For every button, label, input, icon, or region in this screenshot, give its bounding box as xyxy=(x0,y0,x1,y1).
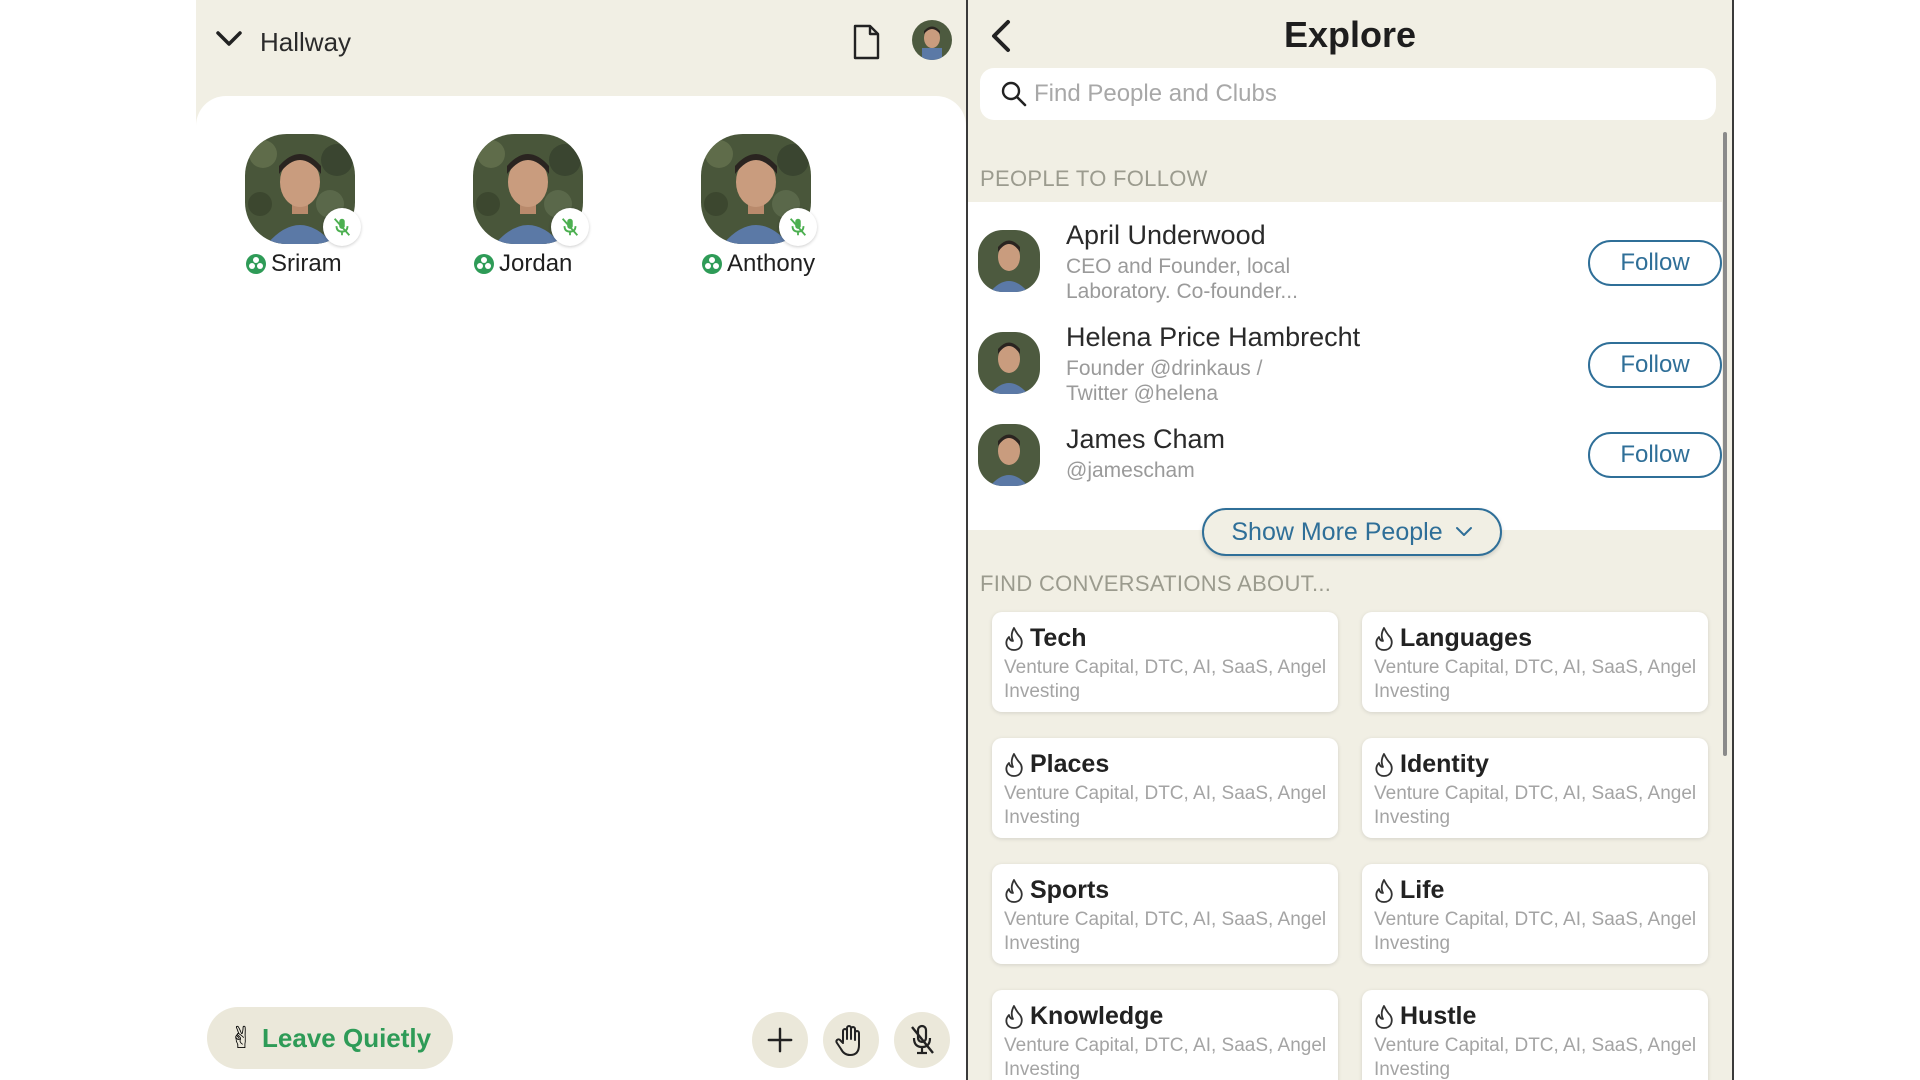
person-bio: @jamescham xyxy=(1066,459,1195,482)
person-name: James Cham xyxy=(1066,424,1226,454)
moderator-badge-icon xyxy=(702,254,722,274)
topic-card-sports[interactable]: Sports Venture Capital, DTC, AI, SaaS, A… xyxy=(992,864,1338,964)
flame-icon xyxy=(1375,1004,1393,1029)
leave-quietly-button[interactable]: ✌ Leave Quietly xyxy=(207,1007,453,1069)
leave-quietly-label: Leave Quietly xyxy=(262,1022,432,1053)
speaker-name-row: Anthony xyxy=(701,250,815,278)
plus-icon xyxy=(767,1027,793,1053)
topic-description: Venture Capital, DTC, AI, SaaS, Angel In… xyxy=(1374,909,1697,954)
show-more-label: Show More People xyxy=(1231,517,1443,546)
search-placeholder: Find People and Clubs xyxy=(1034,80,1277,107)
flame-icon xyxy=(1005,626,1023,651)
raise-hand-button[interactable] xyxy=(823,1012,879,1068)
moderator-badge-icon xyxy=(246,254,266,274)
list-item[interactable]: Helena Price Hambrecht Founder @drinkaus… xyxy=(968,322,1722,418)
follow-button[interactable]: Follow xyxy=(1588,240,1722,286)
speaker-tile[interactable]: Sriram xyxy=(245,134,395,284)
chevron-down-icon xyxy=(1455,527,1472,536)
avatar xyxy=(978,424,1040,486)
follow-button[interactable]: Follow xyxy=(1588,432,1722,478)
person-name: April Underwood xyxy=(1066,220,1266,250)
search-icon xyxy=(1001,81,1027,107)
flame-icon xyxy=(1375,626,1393,651)
speaker-name-row: Jordan xyxy=(473,250,572,278)
conversations-section-heading: FIND CONVERSATIONS ABOUT... xyxy=(980,571,1332,596)
flame-icon xyxy=(1375,878,1393,903)
speaker-name: Anthony xyxy=(727,250,816,277)
scrollbar[interactable] xyxy=(1723,132,1727,756)
topic-description: Venture Capital, DTC, AI, SaaS, Angel In… xyxy=(1374,783,1697,828)
flame-icon xyxy=(1005,752,1023,777)
mic-off-icon xyxy=(779,208,817,246)
speaker-name: Sriram xyxy=(271,250,342,277)
people-list: April Underwood CEO and Founder, local L… xyxy=(968,202,1722,530)
flame-icon xyxy=(1005,878,1023,903)
room-panel: Hallway Sriram Jordan Anthony ✌ Leave Qu… xyxy=(196,0,966,1080)
topic-name: Tech xyxy=(1030,624,1087,652)
flame-icon xyxy=(1005,1004,1023,1029)
mic-off-icon xyxy=(323,208,361,246)
list-item[interactable]: James Cham @jamescham Follow xyxy=(968,424,1722,520)
topic-card-languages[interactable]: Languages Venture Capital, DTC, AI, SaaS… xyxy=(1362,612,1708,712)
topic-description: Venture Capital, DTC, AI, SaaS, Angel In… xyxy=(1374,1035,1697,1080)
topic-name: Life xyxy=(1400,876,1445,904)
room-stage: Sriram Jordan Anthony xyxy=(196,96,966,1080)
mic-off-icon xyxy=(911,1024,934,1055)
topic-card-tech[interactable]: Tech Venture Capital, DTC, AI, SaaS, Ang… xyxy=(992,612,1338,712)
topic-description: Venture Capital, DTC, AI, SaaS, Angel In… xyxy=(1004,657,1327,702)
peace-sign-icon: ✌ xyxy=(228,1021,255,1055)
topic-name: Knowledge xyxy=(1030,1002,1164,1030)
mic-off-icon xyxy=(551,208,589,246)
topic-card-hustle[interactable]: Hustle Venture Capital, DTC, AI, SaaS, A… xyxy=(1362,990,1708,1080)
speaker-tile[interactable]: Jordan xyxy=(473,134,623,284)
topic-card-life[interactable]: Life Venture Capital, DTC, AI, SaaS, Ang… xyxy=(1362,864,1708,964)
show-more-people-button[interactable]: Show More People xyxy=(1202,508,1502,556)
speaker-name-row: Sriram xyxy=(245,250,342,278)
room-header: Hallway xyxy=(196,0,966,96)
follow-button[interactable]: Follow xyxy=(1588,342,1722,388)
raise-hand-icon xyxy=(835,1025,860,1056)
speaker-name: Jordan xyxy=(499,250,573,277)
topic-name: Hustle xyxy=(1400,1002,1477,1030)
room-title: Hallway xyxy=(260,27,352,57)
page-title: Explore xyxy=(1283,14,1417,55)
flame-icon xyxy=(1375,752,1393,777)
topic-description: Venture Capital, DTC, AI, SaaS, Angel In… xyxy=(1004,909,1327,954)
person-name: Helena Price Hambrecht xyxy=(1066,322,1361,352)
topic-description: Venture Capital, DTC, AI, SaaS, Angel In… xyxy=(1004,783,1327,828)
topic-name: Languages xyxy=(1400,624,1532,652)
topic-card-identity[interactable]: Identity Venture Capital, DTC, AI, SaaS,… xyxy=(1362,738,1708,838)
topic-description: Venture Capital, DTC, AI, SaaS, Angel In… xyxy=(1374,657,1697,702)
list-item[interactable]: April Underwood CEO and Founder, local L… xyxy=(968,220,1722,316)
topic-name: Identity xyxy=(1400,750,1489,778)
document-icon[interactable] xyxy=(850,24,882,60)
topic-card-knowledge[interactable]: Knowledge Venture Capital, DTC, AI, SaaS… xyxy=(992,990,1338,1080)
speaker-tile[interactable]: Anthony xyxy=(701,134,851,284)
topic-card-places[interactable]: Places Venture Capital, DTC, AI, SaaS, A… xyxy=(992,738,1338,838)
avatar xyxy=(978,230,1040,292)
profile-avatar[interactable] xyxy=(912,20,952,60)
topic-name: Places xyxy=(1030,750,1110,778)
mute-toggle-button[interactable] xyxy=(894,1012,950,1068)
moderator-badge-icon xyxy=(474,254,494,274)
search-input[interactable]: Find People and Clubs xyxy=(980,68,1716,120)
explore-panel: Explore Find People and Clubs PEOPLE TO … xyxy=(966,0,1734,1080)
person-bio: CEO and Founder, local Laboratory. Co-fo… xyxy=(1066,255,1298,303)
chevron-down-icon[interactable] xyxy=(212,24,246,54)
add-button[interactable] xyxy=(752,1012,808,1068)
avatar xyxy=(978,332,1040,394)
people-section-heading: PEOPLE TO FOLLOW xyxy=(980,166,1208,191)
person-bio: Founder @drinkaus / Twitter @helena xyxy=(1066,357,1263,405)
topic-description: Venture Capital, DTC, AI, SaaS, Angel In… xyxy=(1004,1035,1327,1080)
topic-name: Sports xyxy=(1030,876,1110,904)
